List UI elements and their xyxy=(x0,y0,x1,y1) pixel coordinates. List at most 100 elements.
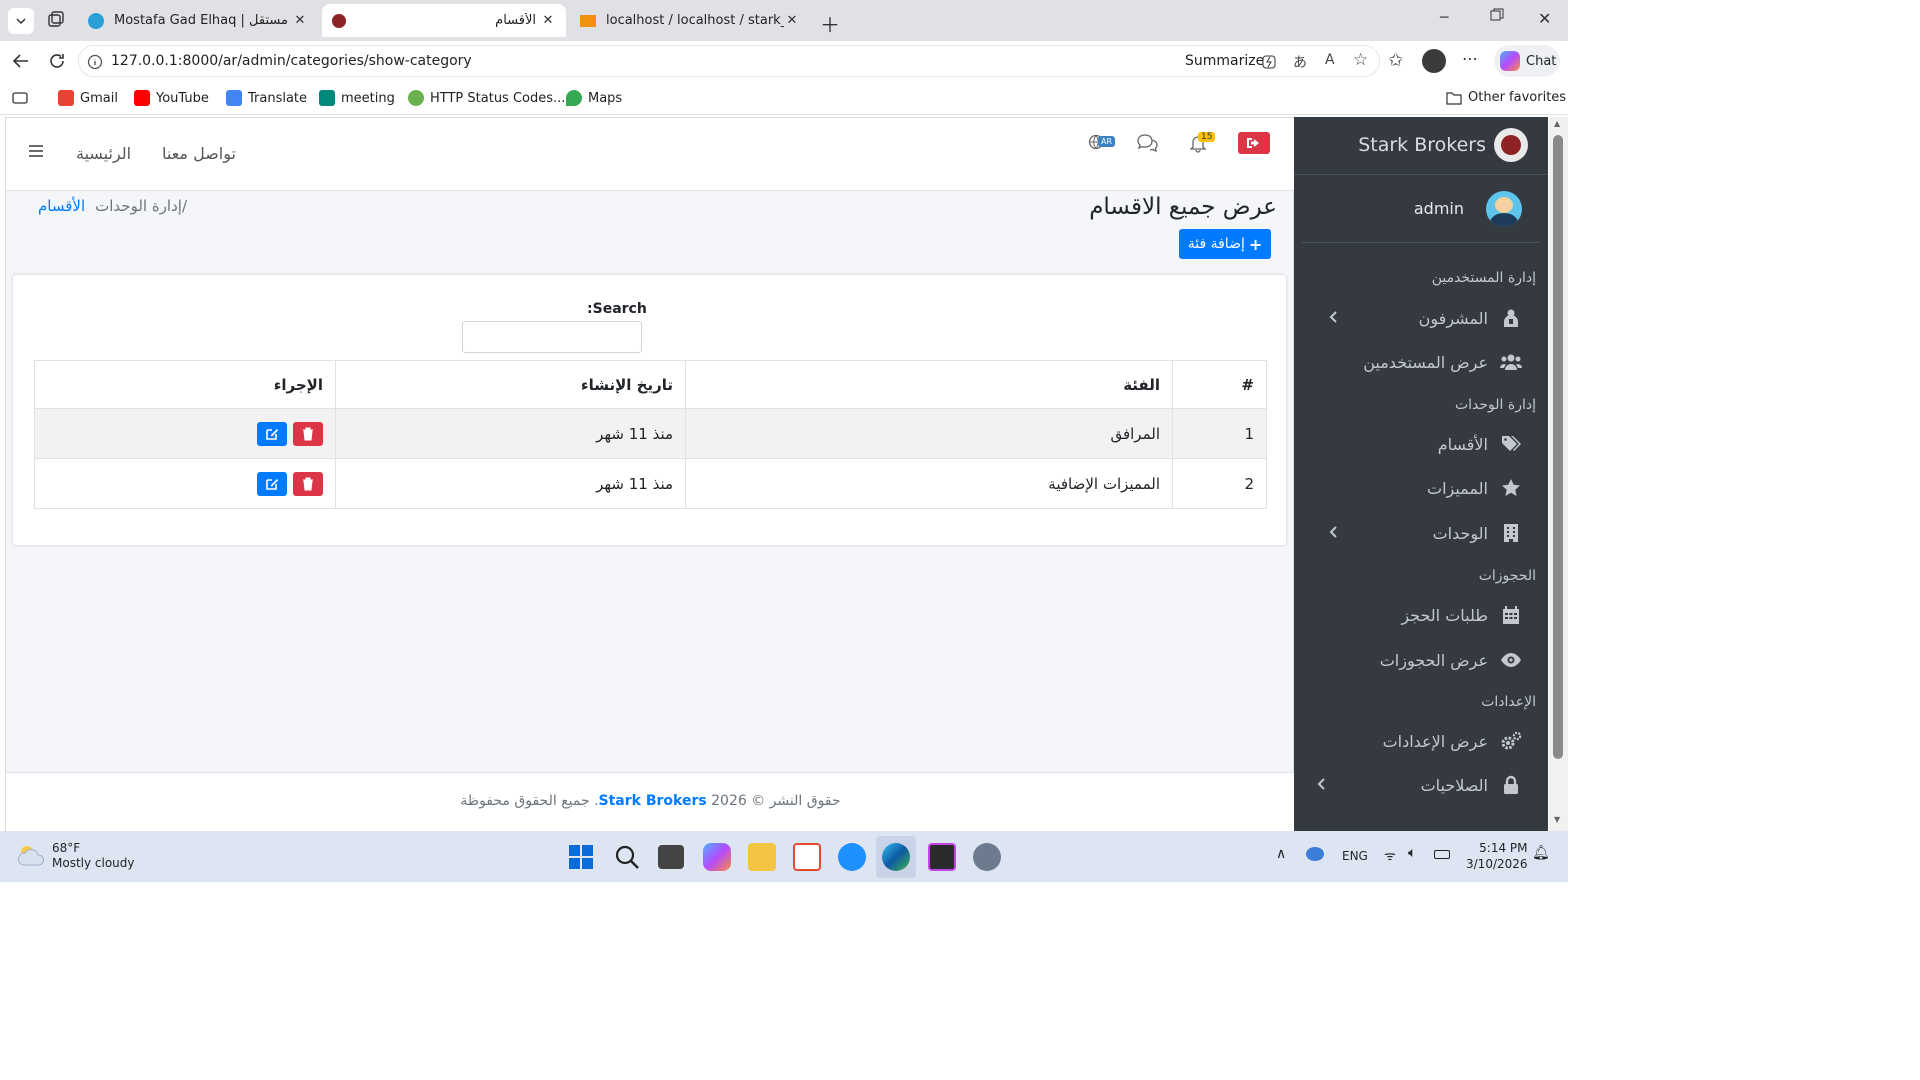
language-switcher[interactable]: AR xyxy=(1088,133,1116,153)
tab-categories[interactable]: الأقسام ✕ xyxy=(322,4,566,37)
battery-icon[interactable] xyxy=(1434,850,1450,859)
close-window-button[interactable]: ✕ xyxy=(1538,9,1551,28)
settings-gear-icon[interactable] xyxy=(973,843,1001,871)
nav-link-contact[interactable]: تواصل معنا xyxy=(162,144,236,163)
eye-icon xyxy=(1501,653,1521,667)
address-bar[interactable]: 127.0.0.1:8000/ar/admin/categories/show-… xyxy=(78,45,1380,77)
page-scrollbar[interactable]: ▲ ▼ xyxy=(1549,117,1568,831)
minimize-button[interactable]: ─ xyxy=(1440,10,1448,26)
messages-icon[interactable] xyxy=(1136,133,1160,153)
close-tab-icon[interactable]: ✕ xyxy=(292,13,308,28)
laravel-app-icon[interactable] xyxy=(793,843,821,871)
bookmark-label: HTTP Status Codes... xyxy=(430,90,566,106)
input-language[interactable]: ENG xyxy=(1342,849,1368,863)
sidebar-item-categories[interactable]: الأقسام xyxy=(1294,424,1548,464)
system-clock[interactable]: 5:14 PM 3/10/2026 xyxy=(1466,840,1528,872)
sidebar-item-units[interactable]: الوحدات xyxy=(1294,513,1548,553)
tab-list-dropdown[interactable] xyxy=(8,8,34,34)
scrollbar-thumb[interactable] xyxy=(1553,135,1563,759)
sidebar-user-panel[interactable]: admin xyxy=(1302,175,1540,243)
sidebar-item-view-bookings[interactable]: عرض الحجوزات xyxy=(1294,640,1548,680)
bookmark-meeting[interactable]: meeting xyxy=(319,90,395,106)
sidebar-item-booking-requests[interactable]: طلبات الحجز xyxy=(1294,595,1548,635)
nav-link-home[interactable]: الرئيسية xyxy=(76,144,131,163)
taskbar-search[interactable] xyxy=(613,843,641,871)
copilot-icon xyxy=(1500,51,1520,71)
hamburger-menu-icon[interactable] xyxy=(28,144,44,158)
read-aloud-icon[interactable]: A xyxy=(1325,52,1335,68)
column-header-category[interactable]: الفئة xyxy=(685,360,1173,409)
restore-button[interactable] xyxy=(1490,8,1504,22)
copilot-chat-button[interactable]: Chat xyxy=(1494,45,1560,77)
url-text[interactable]: 127.0.0.1:8000/ar/admin/categories/show-… xyxy=(111,53,472,69)
weather-desc: Mostly cloudy xyxy=(52,856,135,870)
edge-taskbar-active[interactable] xyxy=(876,836,916,878)
search-input[interactable] xyxy=(462,321,642,353)
cell-created: منذ 11 شهر xyxy=(335,408,686,459)
sidebar-item-label: عرض الإعدادات xyxy=(1382,731,1488,751)
trash-icon xyxy=(303,427,313,440)
info-icon[interactable] xyxy=(87,54,103,70)
notifications-bell-icon[interactable]: 🔔︎ xyxy=(1532,845,1550,861)
workspaces-button[interactable] xyxy=(46,10,66,30)
cell-category: المميزات الإضافية xyxy=(685,458,1173,509)
start-button[interactable] xyxy=(567,843,595,871)
back-button[interactable] xyxy=(12,52,30,70)
bookmark-youtube[interactable]: YouTube xyxy=(134,90,209,106)
collections-icon[interactable] xyxy=(12,91,28,105)
delete-button[interactable] xyxy=(293,421,323,446)
translate-page-icon[interactable]: あ xyxy=(1293,52,1307,72)
sidebar-item-label: عرض المستخدمين xyxy=(1363,352,1488,372)
breadcrumb-item-units[interactable]: /إدارة الوحدات xyxy=(95,197,187,215)
other-favorites[interactable]: Other favorites xyxy=(1446,90,1566,105)
profile-avatar[interactable] xyxy=(1422,49,1446,73)
cloud-sync-icon[interactable] xyxy=(1306,847,1324,861)
edit-button[interactable] xyxy=(257,421,287,446)
scroll-up-arrow-icon[interactable]: ▲ xyxy=(1554,119,1560,128)
notification-count-badge: 15 xyxy=(1198,132,1216,142)
close-tab-icon[interactable]: ✕ xyxy=(784,13,800,28)
bookmark-maps[interactable]: Maps xyxy=(566,90,622,106)
column-header-action[interactable]: الإجراء xyxy=(34,360,336,409)
phpstorm-icon[interactable] xyxy=(928,843,956,871)
refresh-button[interactable] xyxy=(48,52,66,70)
notifications-button[interactable]: 15 xyxy=(1188,132,1216,153)
sidebar-brand[interactable]: Stark Brokers xyxy=(1294,117,1548,175)
logout-button[interactable] xyxy=(1238,132,1270,154)
weather-widget[interactable]: 68°F Mostly cloudy xyxy=(16,841,135,871)
sidebar-item-features[interactable]: المميزات xyxy=(1294,468,1548,508)
sidebar-item-admins[interactable]: المشرفون xyxy=(1294,298,1548,338)
sidebar-item-users[interactable]: عرض المستخدمين xyxy=(1294,342,1548,382)
categories-table: # الفئة تاريخ الإنشاء الإجراء 1 المرافق … xyxy=(34,360,1267,509)
close-tab-icon[interactable]: ✕ xyxy=(540,13,556,28)
bookmark-translate[interactable]: Translate xyxy=(226,90,307,106)
sidebar-item-view-settings[interactable]: عرض الإعدادات xyxy=(1294,721,1548,761)
scroll-down-arrow-icon[interactable]: ▼ xyxy=(1554,815,1560,824)
copilot-taskbar-icon[interactable] xyxy=(703,843,731,871)
tray-overflow-chevron-icon[interactable]: ∧ xyxy=(1276,846,1286,862)
bookmark-gmail[interactable]: Gmail xyxy=(58,90,118,106)
column-header-number[interactable]: # xyxy=(1172,360,1267,409)
favorite-star-icon[interactable]: ☆ xyxy=(1353,50,1368,70)
delete-button[interactable] xyxy=(293,471,323,496)
app-icon[interactable] xyxy=(838,843,866,871)
favorites-icon[interactable]: ✩ xyxy=(1388,50,1403,71)
summarize-label[interactable]: Summarize xyxy=(1185,53,1264,69)
add-category-button[interactable]: + إضافة فئة xyxy=(1179,229,1271,259)
column-header-created[interactable]: تاريخ الإنشاء xyxy=(335,360,686,409)
tab-mostaql[interactable]: Mostafa Gad Elhaq | مستقل ✕ xyxy=(78,4,318,37)
wifi-icon[interactable]: ᯤ xyxy=(1384,846,1396,864)
tab-phpmyadmin[interactable]: localhost / localhost / stark_broker ✕ xyxy=(570,4,810,37)
edit-button[interactable] xyxy=(257,471,287,496)
file-explorer-icon[interactable] xyxy=(748,843,776,871)
more-options-icon[interactable]: ⋯ xyxy=(1462,49,1478,68)
summarize-icon[interactable] xyxy=(1261,54,1277,70)
bookmark-http-status[interactable]: HTTP Status Codes... xyxy=(408,90,565,106)
breadcrumb-item-categories[interactable]: الأقسام xyxy=(38,197,85,215)
volume-icon[interactable]: 🔈︎ xyxy=(1408,845,1416,861)
wolf-logo-icon xyxy=(1501,135,1521,155)
sidebar-item-permissions[interactable]: الصلاحيات xyxy=(1294,765,1548,805)
task-view-icon[interactable] xyxy=(658,845,684,869)
footer-brand-link[interactable]: Stark Brokers xyxy=(599,793,707,809)
new-tab-button[interactable]: ＋ xyxy=(820,9,840,38)
